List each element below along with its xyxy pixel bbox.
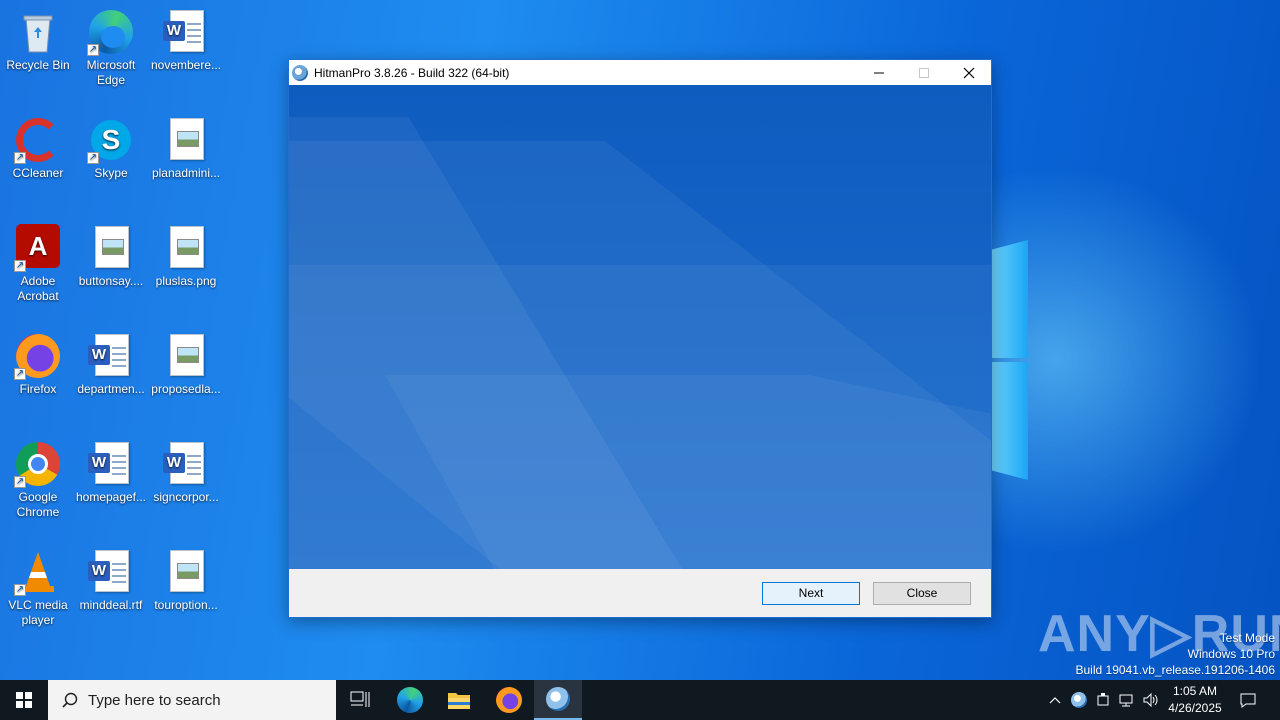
word-document-icon: W (162, 8, 210, 56)
taskbar-firefox-button[interactable] (485, 680, 533, 720)
image-file-icon (162, 548, 210, 596)
hitmanpro-app-icon (292, 64, 308, 81)
task-view-icon (350, 691, 370, 707)
search-placeholder: Type here to search (88, 691, 221, 709)
desktop-icon-buttonsay-image[interactable]: buttonsay.... (73, 224, 149, 289)
shortcut-arrow-icon: ↗ (14, 260, 26, 272)
taskbar-hitmanpro-button[interactable] (534, 680, 582, 720)
window-titlebar[interactable]: HitmanPro 3.8.26 - Build 322 (64-bit) (289, 60, 991, 85)
word-document-icon: W (87, 332, 135, 380)
image-file-icon (87, 224, 135, 272)
word-document-icon: W (162, 440, 210, 488)
desktop-icon-planadmin-image[interactable]: planadmini... (148, 116, 224, 181)
task-view-button[interactable] (336, 680, 384, 720)
folder-icon (448, 693, 470, 709)
search-icon (62, 692, 78, 708)
start-button[interactable] (0, 680, 48, 720)
shortcut-arrow-icon: ↗ (14, 152, 26, 164)
image-file-icon (162, 116, 210, 164)
desktop-icon-google-chrome[interactable]: ↗ Google Chrome (0, 440, 76, 520)
desktop-icon-recycle-bin[interactable]: Recycle Bin (0, 8, 76, 73)
edge-icon (397, 687, 423, 713)
chrome-icon: ↗ (14, 440, 62, 488)
vlc-cone-icon: ↗ (14, 548, 62, 596)
tray-hitmanpro-icon-button[interactable] (1068, 680, 1090, 720)
windows-wallpaper-logo (992, 240, 1028, 480)
network-icon (1119, 694, 1133, 707)
shortcut-arrow-icon: ↗ (14, 368, 26, 380)
minimize-icon (873, 72, 884, 73)
usb-device-icon (1097, 693, 1109, 706)
ccleaner-icon: ↗ (14, 116, 62, 164)
desktop-icon-skype[interactable]: S ↗ Skype (73, 116, 149, 181)
desktop-icon-pluslas-image[interactable]: pluslas.png (148, 224, 224, 289)
desktop-icon-ccleaner[interactable]: ↗ CCleaner (0, 116, 76, 181)
shortcut-arrow-icon: ↗ (87, 152, 99, 164)
chevron-up-icon (1049, 697, 1061, 704)
welcome-banner (289, 85, 991, 569)
desktop-icon-adobe-acrobat[interactable]: A ↗ Adobe Acrobat (0, 224, 76, 304)
window-footer: Next Close (289, 569, 991, 617)
desktop-icon-firefox[interactable]: ↗ Firefox (0, 332, 76, 397)
tray-volume-button[interactable] (1140, 680, 1162, 720)
recycle-bin-icon (14, 8, 62, 56)
firefox-icon (496, 687, 522, 713)
action-center-button[interactable] (1234, 680, 1262, 720)
desktop-icon-proposedla-image[interactable]: proposedla... (148, 332, 224, 397)
next-button[interactable]: Next (762, 582, 860, 605)
taskbar-clock[interactable]: 1:05 AM 4/26/2025 (1160, 683, 1230, 717)
taskbar-edge-button[interactable] (386, 680, 434, 720)
test-mode-watermark: Test Mode Windows 10 Pro Build 19041.vb_… (1075, 631, 1276, 677)
edge-icon: ↗ (87, 8, 135, 56)
taskbar-search-box[interactable]: Type here to search (48, 680, 336, 720)
desktop-icon-vlc[interactable]: ↗ VLC media player (0, 548, 76, 628)
desktop-icon-signcorpor-doc[interactable]: W signcorpor... (148, 440, 224, 505)
desktop-icon-homepage-doc[interactable]: W homepagef... (73, 440, 149, 505)
notification-icon (1240, 693, 1256, 708)
image-file-icon (162, 224, 210, 272)
firefox-icon: ↗ (14, 332, 62, 380)
window-title: HitmanPro 3.8.26 - Build 322 (64-bit) (314, 65, 510, 80)
clock-date: 4/26/2025 (1168, 701, 1222, 715)
acrobat-icon: A ↗ (14, 224, 62, 272)
taskbar: Type here to search 1:05 AM 4/26/2025 (0, 680, 1280, 720)
tray-network-button[interactable] (1116, 680, 1138, 720)
desktop-icon-microsoft-edge[interactable]: ↗ Microsoft Edge (73, 8, 149, 88)
shortcut-arrow-icon: ↗ (14, 584, 26, 596)
minimize-button[interactable] (856, 60, 901, 85)
maximize-icon (918, 67, 929, 78)
skype-icon: S ↗ (87, 116, 135, 164)
image-file-icon (162, 332, 210, 380)
close-button[interactable]: Close (873, 582, 971, 605)
speaker-icon (1143, 693, 1158, 707)
windows-start-icon (16, 692, 32, 708)
hitmanpro-window: HitmanPro 3.8.26 - Build 322 (64-bit) Ne… (288, 59, 992, 618)
shortcut-arrow-icon: ↗ (14, 476, 26, 488)
word-document-icon: W (87, 440, 135, 488)
desktop-icon-november-doc[interactable]: W novembere... (148, 8, 224, 73)
taskbar-file-explorer-button[interactable] (435, 680, 483, 720)
desktop-icon-department-doc[interactable]: W departmen... (73, 332, 149, 397)
maximize-button[interactable] (901, 60, 946, 85)
clock-time: 1:05 AM (1172, 684, 1218, 698)
shortcut-arrow-icon: ↗ (87, 44, 99, 56)
desktop-icon-touroption-image[interactable]: touroption... (148, 548, 224, 613)
hitmanpro-tray-icon (1071, 692, 1087, 708)
close-icon (963, 67, 974, 78)
show-hidden-icons-button[interactable] (1045, 680, 1065, 720)
hitmanpro-icon (546, 687, 570, 711)
tray-device-button[interactable] (1092, 680, 1114, 720)
close-window-button[interactable] (946, 60, 991, 85)
word-document-icon: W (87, 548, 135, 596)
desktop-icon-minddeal-rtf[interactable]: W minddeal.rtf (73, 548, 149, 613)
